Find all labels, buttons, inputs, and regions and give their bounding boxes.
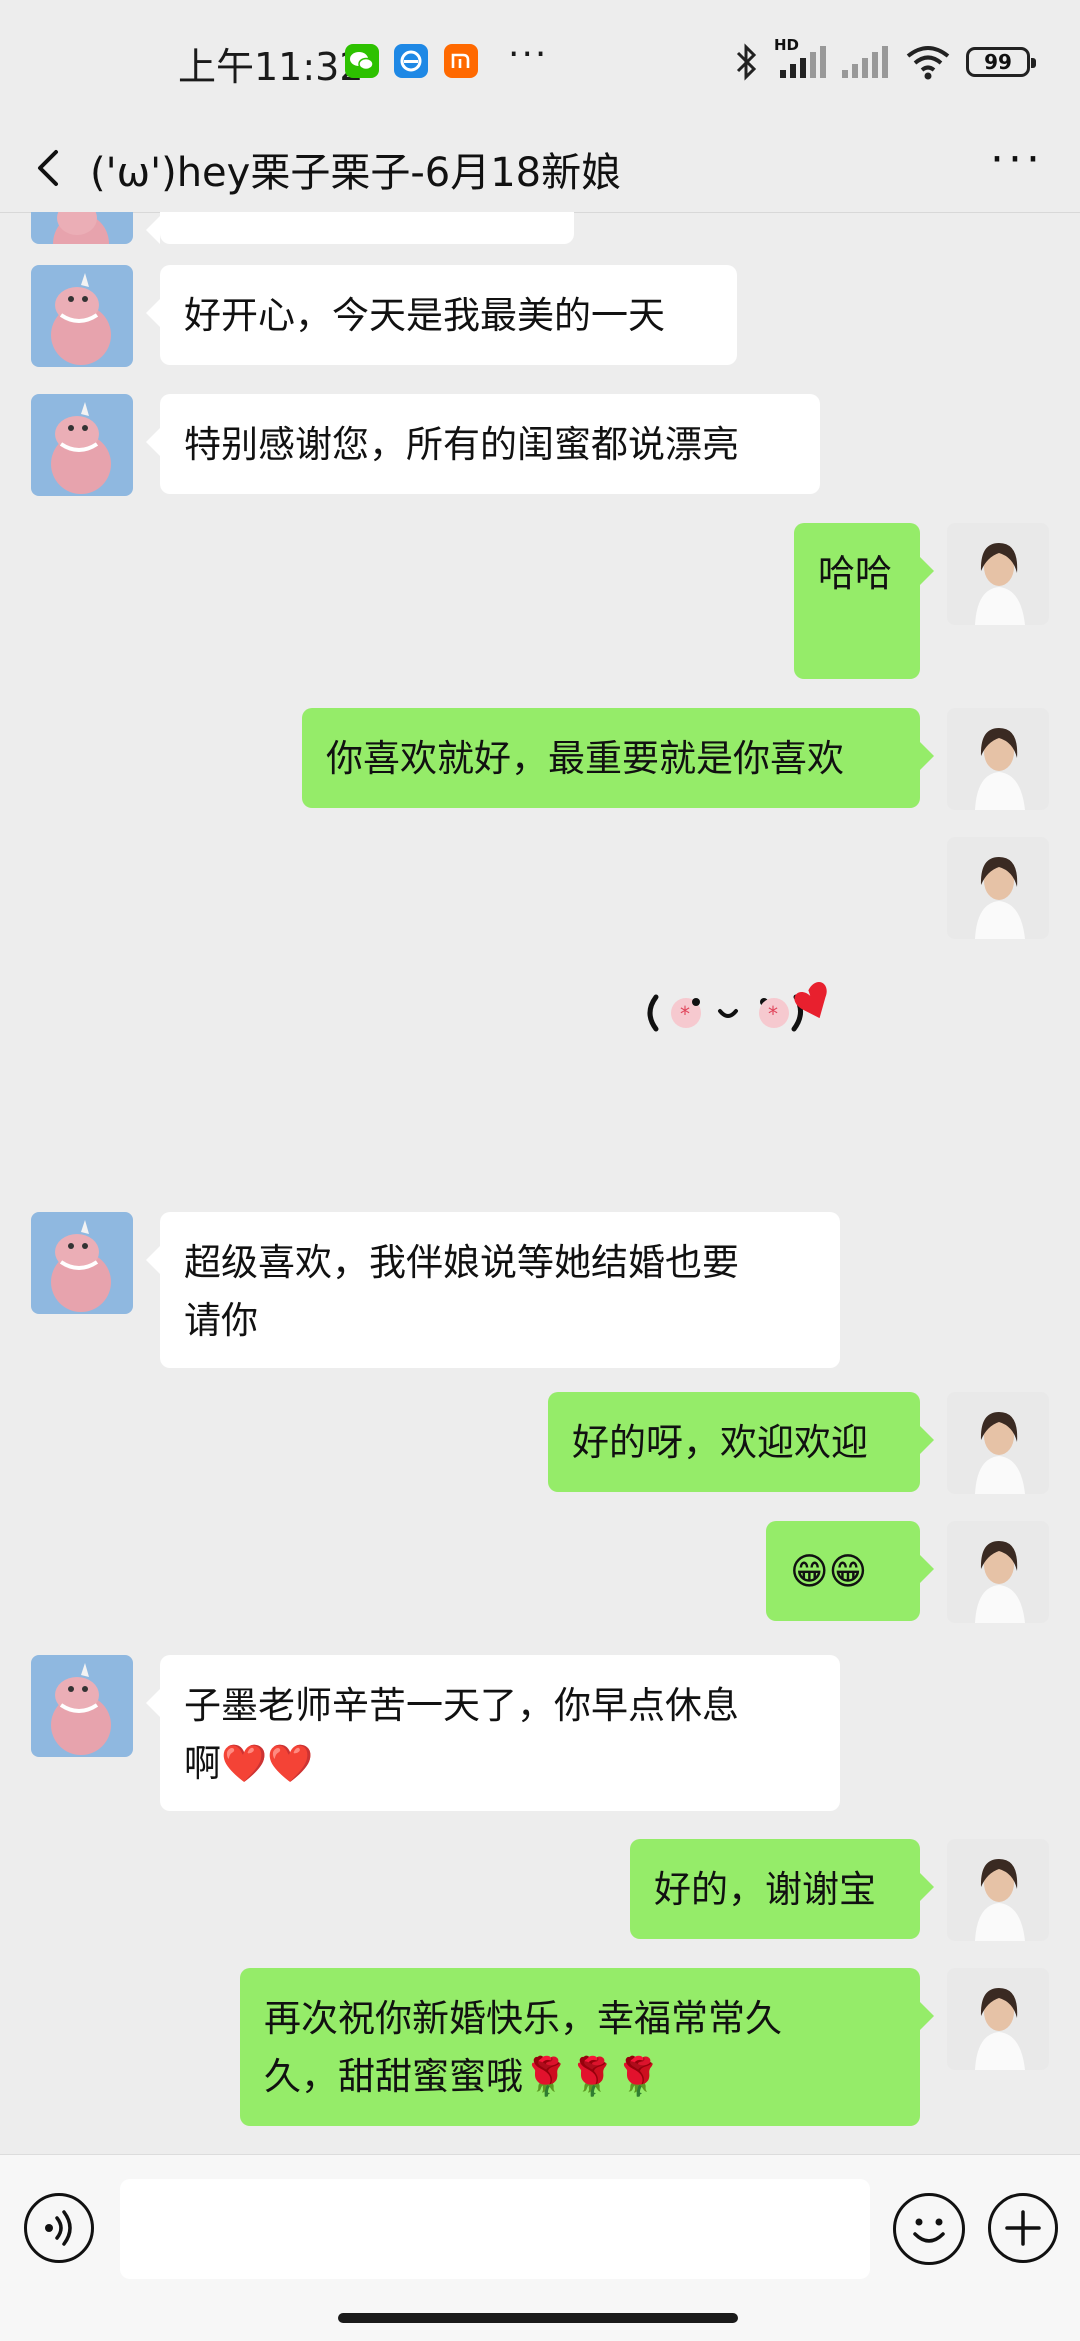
contact-avatar[interactable] [31, 394, 133, 496]
outgoing-message-bubble[interactable]: 你喜欢就好，最重要就是你喜欢 [302, 708, 934, 808]
contact-avatar[interactable] [31, 1655, 133, 1757]
input-bar [0, 2154, 1080, 2341]
status-time: 上午11:32 [178, 45, 364, 89]
message-text-line: 子墨老师辛苦一天了，你早点休息 [184, 1684, 739, 1727]
my-avatar[interactable] [947, 1521, 1049, 1623]
bluetooth-icon [736, 43, 757, 81]
more-icon[interactable]: ··· [990, 134, 1044, 185]
my-avatar[interactable] [947, 523, 1049, 625]
my-avatar[interactable] [947, 1839, 1049, 1941]
wifi-icon [906, 46, 950, 80]
battery-level: 99 [984, 50, 1012, 74]
message-input[interactable] [120, 2179, 870, 2279]
chat-header: ('ω')hey栗子栗子-6月18新娘 ··· [0, 124, 1080, 213]
message-text: 好的，谢谢宝 [654, 1868, 876, 1911]
back-arrow-icon[interactable] [28, 146, 72, 190]
message-text: 特别感谢您，所有的闺蜜都说漂亮 [184, 423, 739, 466]
battery-icon: 99 [966, 47, 1036, 77]
outgoing-message-bubble[interactable]: 😁😁 [766, 1521, 934, 1621]
outgoing-message-bubble[interactable]: 再次祝你新婚快乐，幸福常常久 久，甜甜蜜蜜哦🌹🌹🌹 [240, 1968, 934, 2126]
my-avatar[interactable] [947, 837, 1049, 939]
message-list[interactable]: 好开心，今天是我最美的一天 特别感谢您，所有的闺蜜都说漂亮 哈哈 你喜欢就好，最… [0, 212, 1080, 2154]
outgoing-message-bubble[interactable]: 好的，谢谢宝 [630, 1839, 934, 1939]
message-text-line: 再次祝你新婚快乐，幸福常常久 [264, 1997, 782, 2040]
partial-message-bubble [146, 212, 574, 244]
outgoing-message-bubble[interactable]: 哈哈 [794, 523, 934, 679]
network-badge: HD [774, 36, 800, 54]
message-text-line: 超级喜欢，我伴娘说等她结婚也要 [184, 1241, 739, 1284]
chat-title: ('ω')hey栗子栗子-6月18新娘 [90, 150, 622, 196]
message-text-line: 啊❤️❤️ [184, 1742, 314, 1785]
contact-avatar[interactable] [31, 265, 133, 367]
signal-icon: HD [774, 36, 826, 82]
my-avatar[interactable] [947, 1392, 1049, 1494]
message-text-line: 久，甜甜蜜蜜哦🌹🌹🌹 [264, 2055, 662, 2098]
my-avatar[interactable] [947, 1968, 1049, 2070]
browser-notification-icon [394, 44, 428, 78]
signal-2-icon [842, 46, 888, 78]
message-text: 好的呀，欢迎欢迎 [572, 1421, 868, 1464]
incoming-message-bubble[interactable]: 好开心，今天是我最美的一天 [146, 265, 737, 365]
message-text: 你喜欢就好，最重要就是你喜欢 [326, 737, 844, 780]
outgoing-message-bubble[interactable]: 好的呀，欢迎欢迎 [548, 1392, 934, 1492]
message-text: 😁😁 [790, 1550, 868, 1593]
home-indicator[interactable] [338, 2313, 738, 2323]
emoji-icon[interactable] [893, 2193, 965, 2265]
message-text: 好开心，今天是我最美的一天 [184, 294, 665, 337]
plus-icon[interactable] [988, 2193, 1058, 2263]
message-text: 哈哈 [818, 552, 892, 595]
wechat-notification-icon [345, 44, 379, 78]
kaomoji-sticker[interactable]: * * [640, 967, 850, 1057]
contact-avatar[interactable] [31, 1212, 133, 1314]
status-more-icon: ··· [508, 34, 549, 75]
mi-notification-icon [444, 44, 478, 78]
voice-icon[interactable] [24, 2193, 94, 2263]
incoming-message-bubble[interactable]: 特别感谢您，所有的闺蜜都说漂亮 [146, 394, 820, 494]
message-text-line: 请你 [184, 1299, 258, 1342]
incoming-message-bubble[interactable]: 子墨老师辛苦一天了，你早点休息 啊❤️❤️ [146, 1655, 840, 1811]
my-avatar[interactable] [947, 708, 1049, 810]
incoming-message-bubble[interactable]: 超级喜欢，我伴娘说等她结婚也要 请你 [146, 1212, 840, 1368]
svg-text:*: * [768, 1002, 778, 1026]
status-bar: 上午11:32 ··· HD 99 [0, 0, 1080, 124]
svg-text:*: * [680, 1002, 690, 1026]
contact-avatar[interactable] [31, 212, 133, 244]
